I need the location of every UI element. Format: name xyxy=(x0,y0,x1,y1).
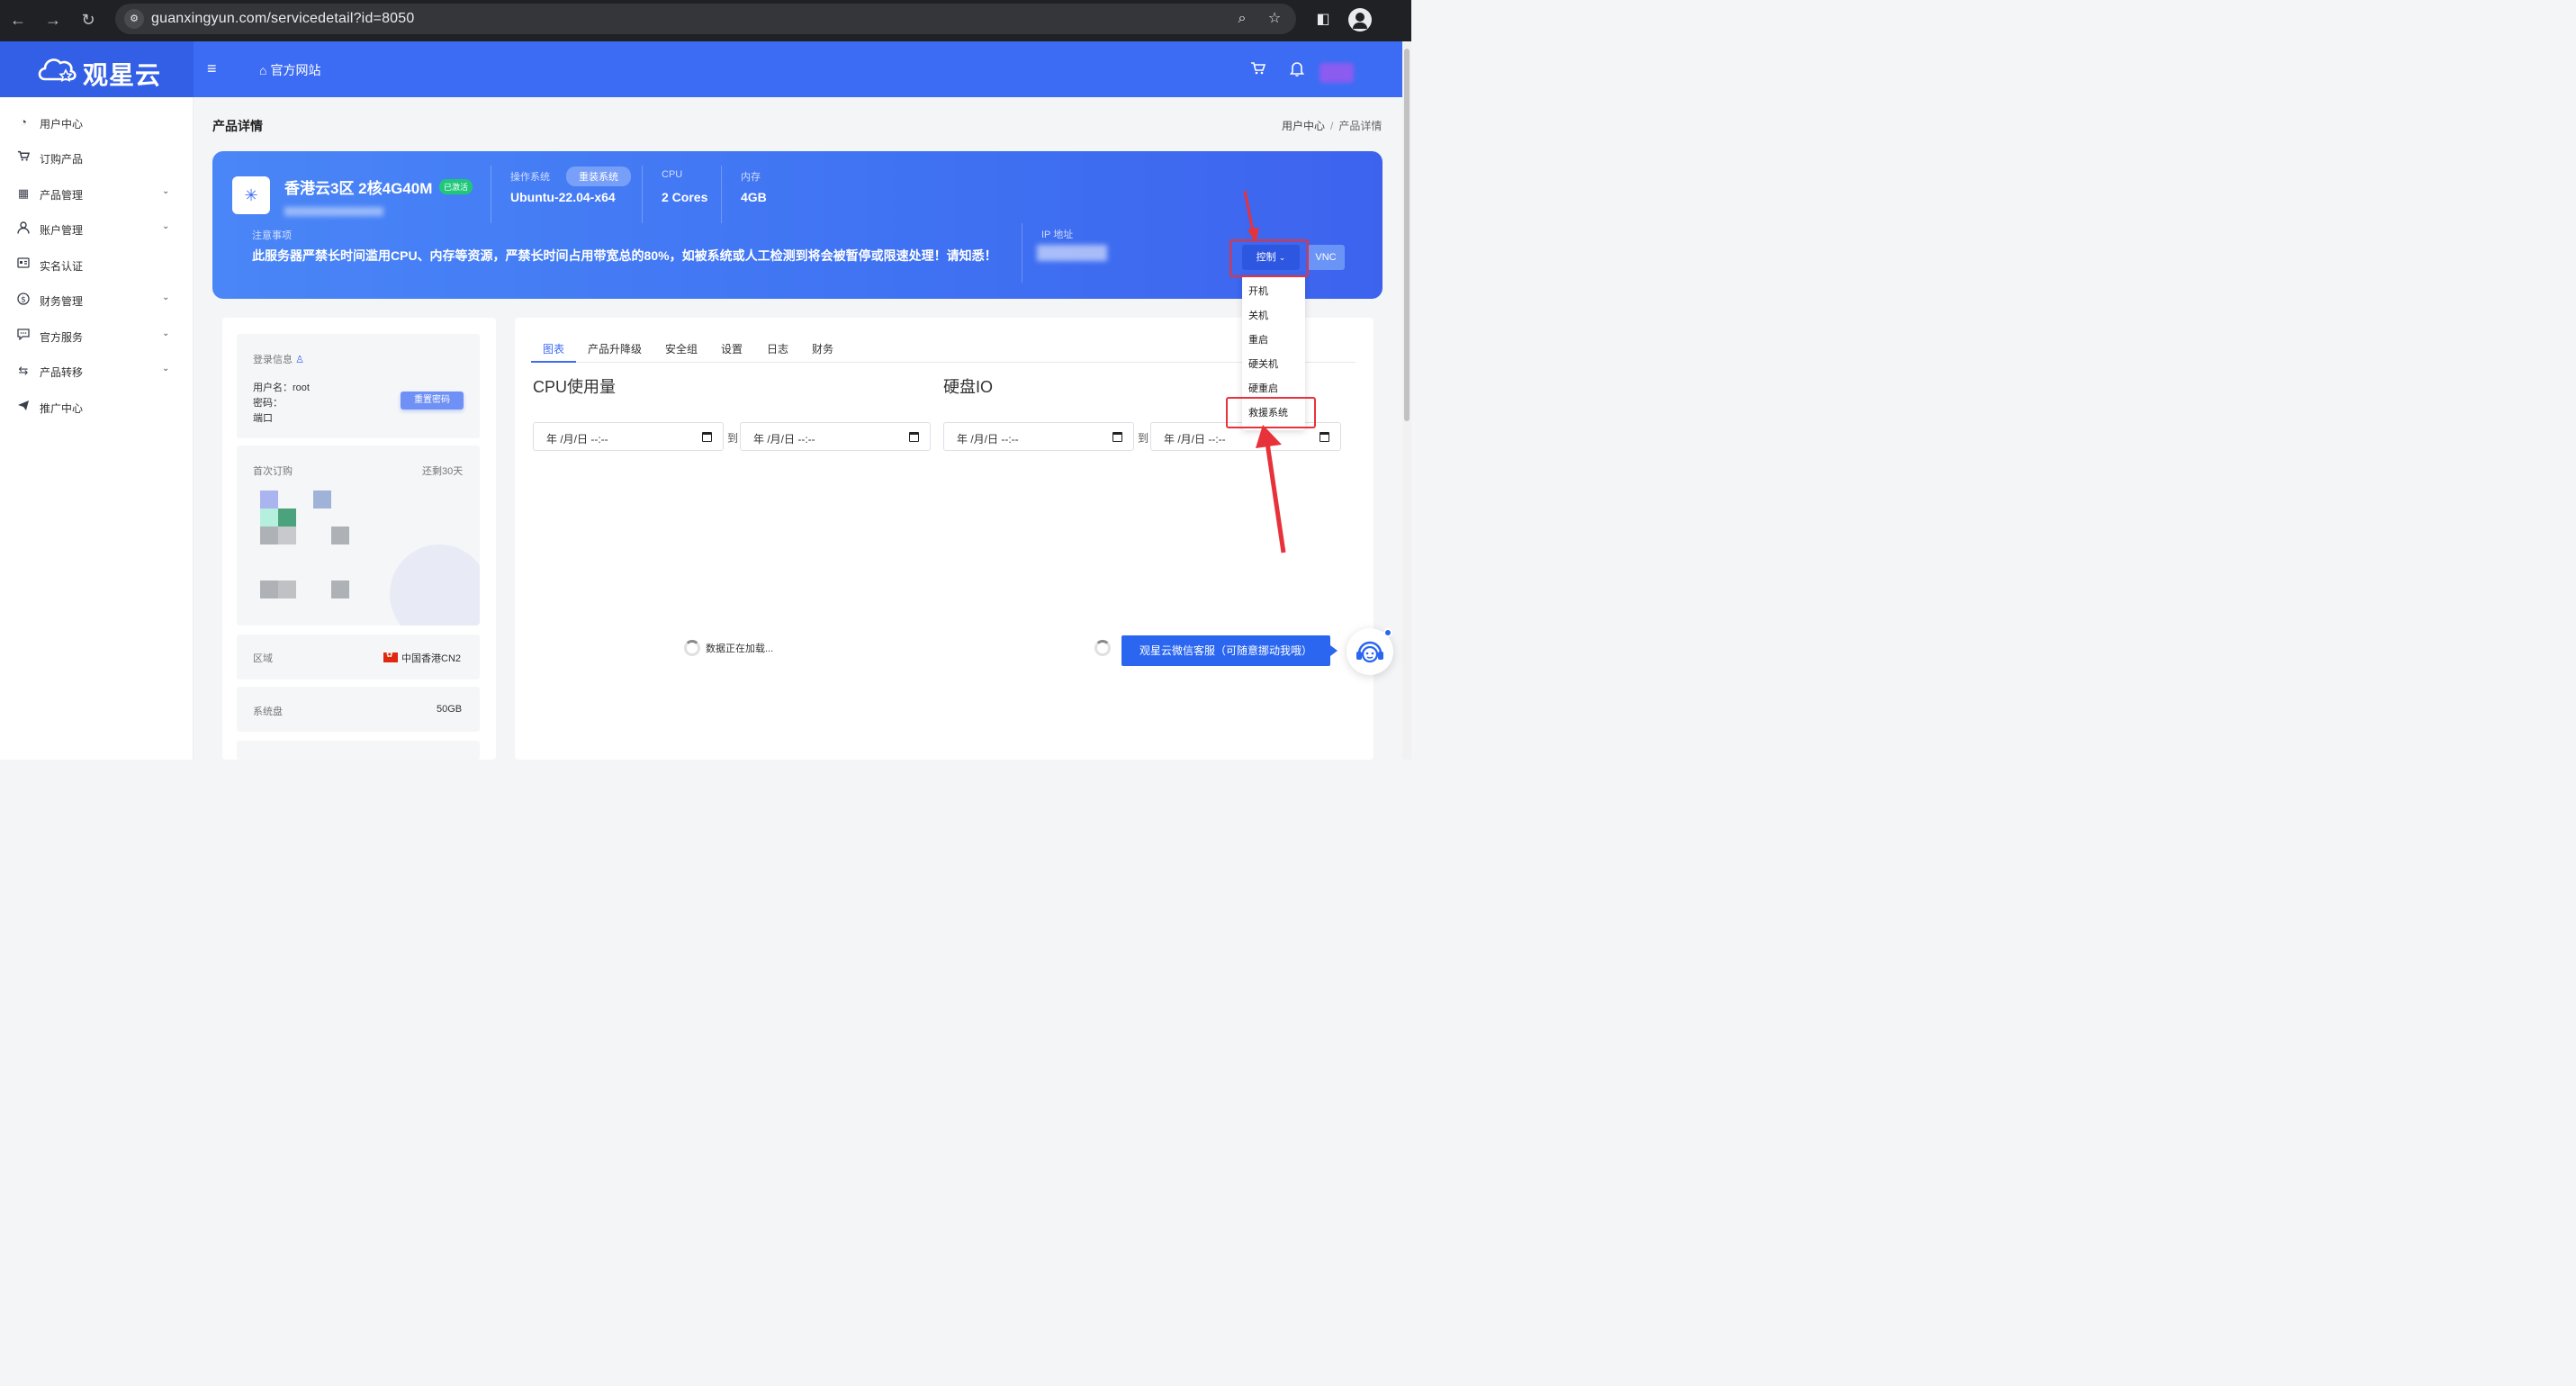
customer-service-label[interactable]: 观星云微信客服（可随意挪动我哦） xyxy=(1121,635,1338,666)
notification-dot xyxy=(1383,628,1392,637)
page-scrollbar[interactable] xyxy=(1402,41,1411,760)
scroll-thumb[interactable] xyxy=(1404,49,1410,421)
